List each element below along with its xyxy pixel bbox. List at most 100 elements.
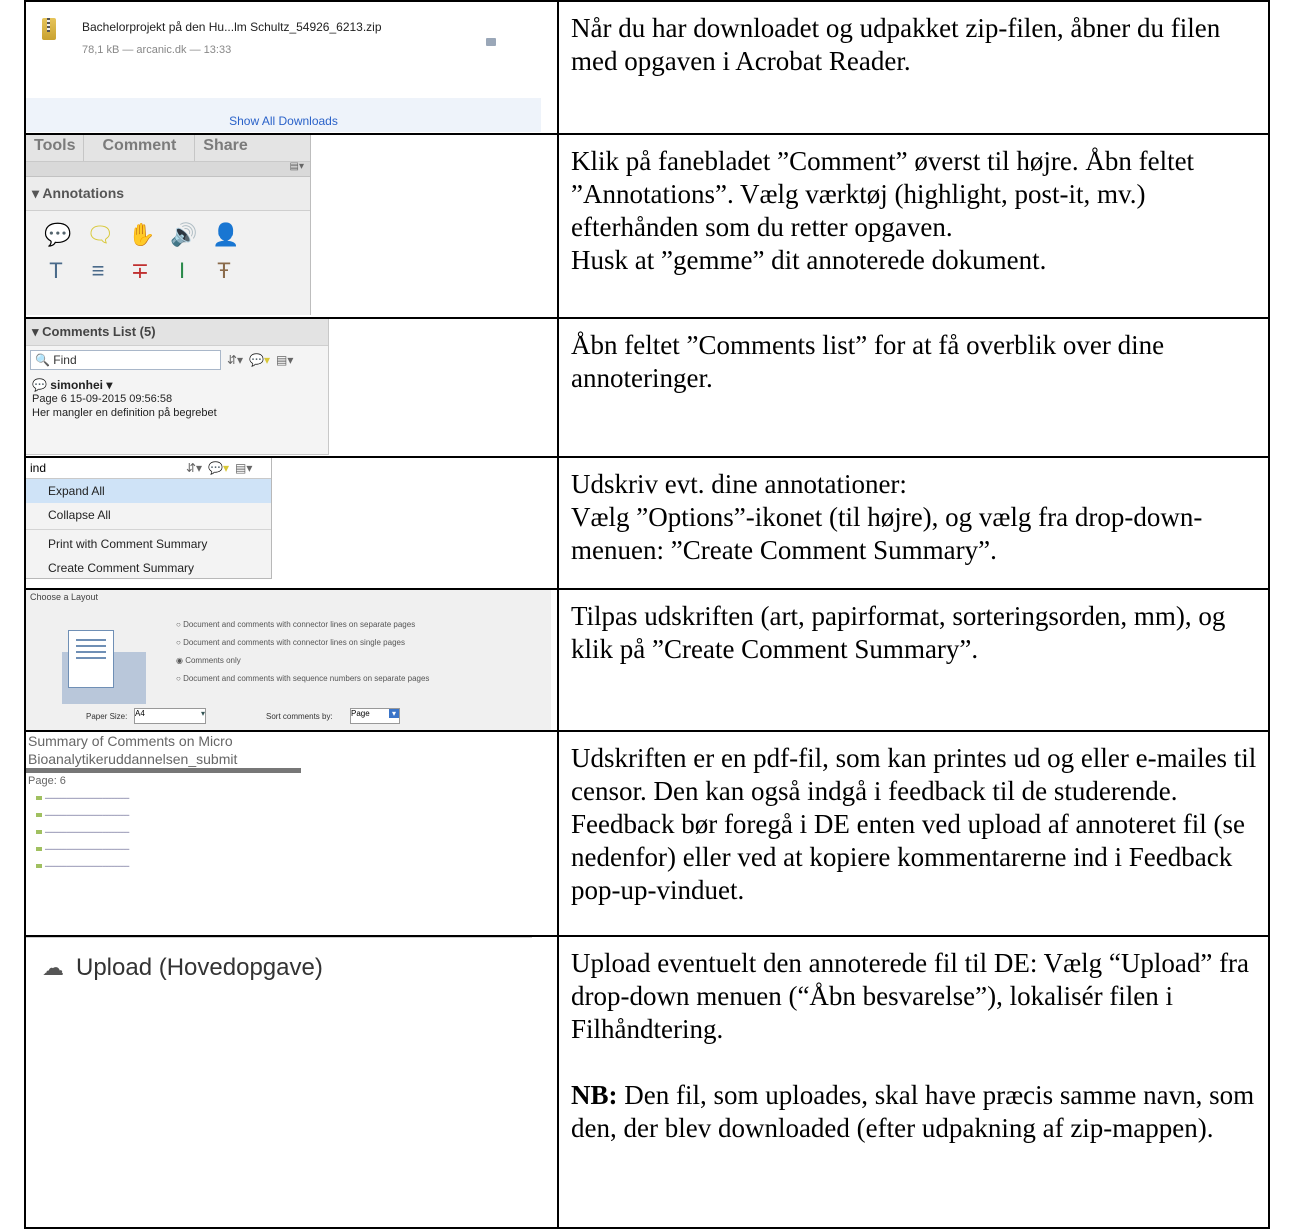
- layout-option[interactable]: ○ Document and comments with connector l…: [176, 620, 415, 629]
- text-callout-icon[interactable]: 🗨: [86, 221, 114, 249]
- layout-option-label: Document and comments with connector lin…: [183, 620, 416, 629]
- summary-entry: ━━━━━━━━━━━━━━━━━━━━━━━━━━━━: [26, 863, 301, 872]
- comment-author[interactable]: 💬 simonhei ▾: [26, 374, 328, 392]
- screenshot-cell: ind ⇵▾ 💬▾ ▤▾ Expand All Collapse All Pri…: [24, 456, 559, 590]
- table-row: ▾ Comments List (5) 🔍 Find ⇵▾ 💬▾ ▤▾ 💬 si…: [24, 317, 1270, 458]
- annotation-tools-row-2: T ≡ ∓ I Ŧ: [26, 257, 310, 285]
- screenshot-cell: Choose a Layout ○ Document and comments …: [24, 588, 559, 732]
- summary-entry: ━━━━━━━━━━━━━━━━━━━━━━━━━━━━: [26, 829, 301, 838]
- paper-size-label: Paper Size:: [86, 712, 128, 721]
- layout-option[interactable]: ○ Document and comments with connector l…: [176, 638, 405, 647]
- find-row: 🔍 Find ⇵▾ 💬▾ ▤▾: [26, 346, 328, 374]
- instruction-table: Bachelorprojekt på den Hu...lm Schultz_5…: [24, 0, 1270, 1229]
- table-row: Choose a Layout ○ Document and comments …: [24, 588, 1270, 732]
- filter-icon[interactable]: 💬▾: [249, 353, 270, 367]
- screenshot-cell: ☁ Upload (Hovedopgave): [24, 935, 559, 1229]
- menu-item-print-summary[interactable]: Print with Comment Summary: [26, 532, 271, 556]
- menu-item-create-summary[interactable]: Create Comment Summary: [26, 556, 271, 580]
- download-file-name[interactable]: Bachelorprojekt på den Hu...lm Schultz_5…: [82, 20, 382, 34]
- instruction-cell: Tilpas udskriften (art, papirformat, sor…: [557, 588, 1270, 732]
- comments-list-title: Comments List (5): [42, 324, 156, 339]
- search-input[interactable]: ind: [30, 461, 180, 475]
- pane-options-bar: ▤▾: [26, 161, 310, 177]
- table-row: Bachelorprojekt på den Hu...lm Schultz_5…: [24, 0, 1270, 135]
- layout-option-label: Comments only: [185, 656, 241, 665]
- instruction-text: Tilpas udskriften (art, papirformat, sor…: [571, 601, 1226, 664]
- sort-value: Page: [351, 709, 370, 718]
- dialog-title: Choose a Layout: [30, 592, 99, 602]
- options-menu-icon[interactable]: ▤▾: [290, 161, 304, 172]
- layout-preview-icon: [68, 630, 114, 688]
- layout-option-label: Document and comments with sequence numb…: [183, 674, 430, 683]
- tab-share[interactable]: Share: [195, 135, 255, 161]
- nb-text: Den fil, som uploades, skal have præcis …: [571, 1080, 1255, 1143]
- search-icon: 🔍: [35, 353, 50, 367]
- add-text-icon[interactable]: Ŧ: [212, 257, 236, 285]
- nb-note: NB: Den fil, som uploades, skal have præ…: [571, 1079, 1258, 1145]
- find-placeholder: Find: [53, 353, 77, 367]
- upload-menu-item[interactable]: ☁ Upload (Hovedopgave): [26, 938, 557, 982]
- tab-tools[interactable]: Tools: [26, 135, 85, 161]
- instruction-text: Åbn feltet ”Comments list” for at få ove…: [571, 330, 1165, 393]
- comment-meta: Page 6 15-09-2015 09:56:58: [32, 393, 173, 405]
- options-icon[interactable]: ▤▾: [235, 461, 252, 475]
- sort-icon[interactable]: ⇵▾: [186, 461, 202, 475]
- folder-icon[interactable]: [486, 38, 496, 46]
- chevron-down-icon: ▾: [200, 709, 205, 718]
- replace-text-icon[interactable]: ≡: [86, 257, 110, 285]
- sticky-note-icon[interactable]: 💬: [44, 221, 71, 249]
- instruction-text: Udskriv evt. dine annotationer:: [571, 469, 907, 499]
- annotations-section-header[interactable]: ▾ Annotations: [26, 177, 310, 211]
- options-dropdown: ind ⇵▾ 💬▾ ▤▾ Expand All Collapse All Pri…: [26, 458, 272, 579]
- collapse-arrow-icon: ▾: [32, 185, 43, 201]
- instruction-cell: Udskriv evt. dine annotationer: Vælg ”Op…: [557, 456, 1270, 590]
- comments-list-pane: ▾ Comments List (5) 🔍 Find ⇵▾ 💬▾ ▤▾ 💬 si…: [26, 319, 329, 455]
- zip-file-icon: [42, 18, 56, 40]
- attach-icon[interactable]: 👤: [212, 221, 239, 249]
- underline-icon[interactable]: I: [170, 257, 194, 285]
- instruction-text: Vælg ”Options”-ikonet (til højre), og væ…: [571, 502, 1203, 565]
- instruction-text: Klik på fanebladet ”Comment” øverst til …: [571, 146, 1195, 242]
- table-row: ind ⇵▾ 💬▾ ▤▾ Expand All Collapse All Pri…: [24, 456, 1270, 590]
- summary-entry: ━━━━━━━━━━━━━━━━━━━━━━━━━━━━: [26, 812, 301, 821]
- sticky-note-icon: 💬: [32, 378, 47, 392]
- table-row: Tools Comment Share ▤▾ ▾ Annotations 💬 🗨…: [24, 133, 1270, 319]
- insert-text-icon[interactable]: T: [44, 257, 68, 285]
- comments-list-header[interactable]: ▾ Comments List (5): [26, 319, 328, 346]
- tab-comment[interactable]: Comment: [84, 135, 196, 161]
- instruction-text: Husk at ”gemme” dit annoterede dokument.: [571, 245, 1047, 275]
- summary-title: Bioanalytikeruddannelsen_submit: [28, 751, 238, 767]
- layout-option-selected[interactable]: ◉ Comments only: [176, 656, 241, 665]
- filter-icon[interactable]: 💬▾: [208, 461, 229, 475]
- instruction-text: Udskriften er en pdf-fil, som kan printe…: [571, 743, 1257, 905]
- upload-label: Upload (Hovedopgave): [76, 954, 323, 981]
- download-file-meta: 78,1 kB — arcanic.dk — 13:33: [82, 44, 232, 56]
- menu-item-expand-all[interactable]: Expand All: [26, 479, 271, 503]
- audio-icon[interactable]: 🔊: [170, 221, 197, 249]
- layout-option-label: Document and comments with connector lin…: [183, 638, 405, 647]
- collapse-arrow-icon: ▾: [32, 324, 43, 339]
- strikethrough-icon[interactable]: ∓: [128, 257, 152, 285]
- find-input[interactable]: 🔍 Find: [30, 350, 221, 370]
- instruction-text: Upload eventuelt den annoterede fil til …: [571, 948, 1250, 1044]
- layout-option[interactable]: ○ Document and comments with sequence nu…: [176, 674, 429, 683]
- summary-rule: [26, 768, 301, 773]
- paper-size-select[interactable]: A4 ▾: [134, 708, 206, 724]
- annotation-tools-row-1: 💬 🗨 ✋ 🔊 👤: [26, 221, 310, 249]
- menu-item-collapse-all[interactable]: Collapse All: [26, 503, 271, 527]
- paper-size-value: A4: [135, 709, 145, 718]
- table-row: ☁ Upload (Hovedopgave) Upload eventuelt …: [24, 935, 1270, 1229]
- sort-select[interactable]: Page ▾: [350, 708, 400, 724]
- options-icon[interactable]: ▤▾: [276, 353, 293, 367]
- instruction-cell: Når du har downloadet og udpakket zip-fi…: [557, 0, 1270, 135]
- show-all-downloads-link[interactable]: Show All Downloads: [26, 114, 541, 128]
- table-row: Summary of Comments on Micro Bioanalytik…: [24, 730, 1270, 937]
- sort-icon[interactable]: ⇵▾: [227, 353, 243, 367]
- menu-divider: [26, 529, 271, 530]
- sort-label: Sort comments by:: [266, 712, 333, 721]
- stamp-icon[interactable]: ✋: [128, 221, 155, 249]
- comment-summary-preview: Summary of Comments on Micro Bioanalytik…: [26, 732, 301, 912]
- comment-text: Her mangler en definition på begrebet: [32, 407, 217, 419]
- screenshot-cell: ▾ Comments List (5) 🔍 Find ⇵▾ 💬▾ ▤▾ 💬 si…: [24, 317, 559, 458]
- acrobat-tools-pane: Tools Comment Share ▤▾ ▾ Annotations 💬 🗨…: [26, 135, 311, 315]
